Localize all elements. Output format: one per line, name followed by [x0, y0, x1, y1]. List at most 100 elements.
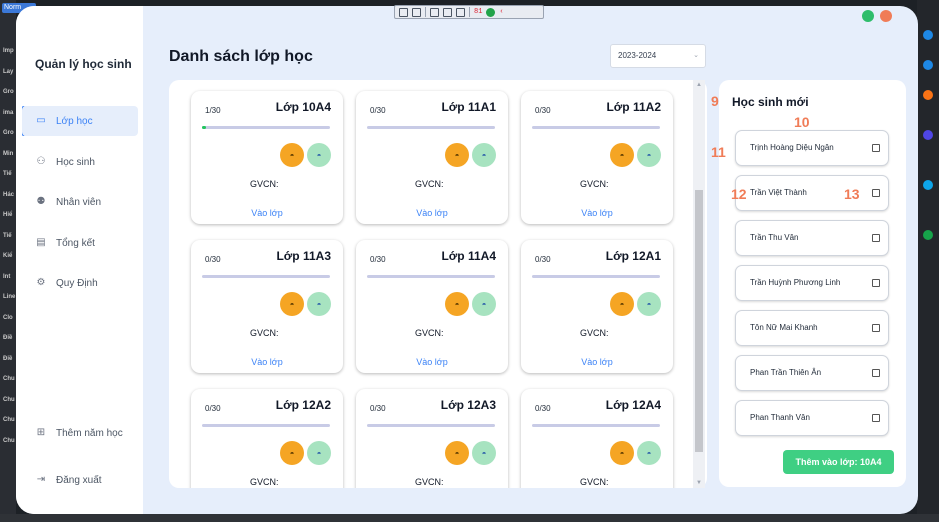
background-label: Clo — [3, 314, 13, 321]
background-label: Gro — [3, 130, 14, 136]
graduate-avatar-icon: ◓ — [472, 292, 496, 316]
class-name: Lớp 11A4 — [441, 249, 496, 263]
background-label: Tiế — [3, 171, 12, 177]
homeroom-teacher-label: GVCN: — [580, 328, 609, 338]
student-item[interactable]: Trần Việt Thành — [735, 175, 889, 211]
nav-item-label: Quy Định — [56, 277, 98, 289]
class-name: Lớp 11A3 — [276, 249, 331, 263]
graduate-avatar-icon: ◓ — [472, 441, 496, 465]
homeroom-teacher-label: GVCN: — [250, 179, 279, 189]
student-name: Trịnh Hoàng Diệu Ngân — [750, 143, 834, 152]
class-name: Lớp 12A3 — [440, 398, 496, 412]
new-students-panel: Học sinh mới Trịnh Hoàng Diệu Ngân Trần V… — [719, 80, 906, 487]
year-select-value: 2023-2024 — [618, 51, 657, 60]
background-label: Hác — [3, 191, 15, 198]
blue-icon — [923, 60, 933, 70]
student-name: Trần Việt Thành — [750, 188, 807, 197]
enter-class-link[interactable]: Vào lớp — [191, 357, 343, 367]
camera-icon[interactable] — [412, 7, 421, 17]
app-title: Quản lý học sinh — [35, 57, 132, 71]
enter-class-link[interactable]: Vào lớp — [521, 357, 673, 367]
class-name: Lớp 12A1 — [605, 249, 661, 263]
progress-fill — [202, 126, 207, 129]
background-label: Gro — [3, 89, 14, 95]
student-checkbox[interactable] — [872, 414, 880, 422]
scrollbar-thumb[interactable] — [695, 190, 703, 452]
homeroom-teacher-label: GVCN: — [580, 477, 609, 487]
chevron-down-icon: ⌄ — [693, 52, 699, 59]
nav-item-5[interactable]: ⚙ Quy Định — [22, 268, 138, 298]
scroll-up-icon[interactable]: ▲ — [693, 82, 705, 88]
chevron-left-icon[interactable]: ‹ — [499, 8, 503, 16]
student-item[interactable]: Trần Huỳnh Phương Linh — [735, 265, 889, 301]
logout-icon: ⇥ — [36, 474, 46, 485]
student-checkbox[interactable] — [872, 324, 880, 332]
marker-10: 10 — [794, 114, 810, 130]
crop-icon[interactable] — [430, 7, 439, 17]
class-card: 0/30Lớp 12A4◓◓GVCN:Vào lớp — [521, 389, 673, 488]
graduate-avatar-icon: ◓ — [637, 292, 661, 316]
nav-item-4[interactable]: ▤ Tổng kết — [22, 228, 138, 258]
window-icon[interactable] — [443, 7, 452, 17]
homeroom-teacher-label: GVCN: — [250, 328, 279, 338]
year-select[interactable]: 2023-2024 ⌄ — [610, 44, 706, 68]
nav-item-3[interactable]: ⚉ Nhân viên — [22, 187, 138, 217]
student-item[interactable]: Tôn Nữ Mai Khanh — [735, 310, 889, 346]
marker-11: 11 — [711, 144, 726, 160]
student-item[interactable]: Trịnh Hoàng Diệu Ngân — [735, 130, 889, 166]
class-card: 0/30Lớp 12A3◓◓GVCN:Vào lớp — [356, 389, 508, 488]
fullscreen-icon[interactable] — [456, 7, 465, 17]
background-label: ima — [3, 109, 14, 116]
graduate-avatar-icon: ◓ — [307, 292, 331, 316]
student-checkbox[interactable] — [872, 144, 880, 152]
page-title: Danh sách lớp học — [169, 48, 313, 65]
add-to-class-button[interactable]: Thêm vào lớp: 10A4 — [783, 450, 894, 474]
graduate-avatar-icon: ◓ — [637, 143, 661, 167]
cyan-icon — [923, 180, 933, 190]
close-button[interactable] — [880, 10, 892, 22]
app-window: Quản lý học sinh ▭ Lớp học ⚇ Học sinh ⚉ Nhân … — [16, 6, 918, 514]
student-checkbox[interactable] — [872, 279, 880, 287]
minimize-button[interactable] — [862, 10, 874, 22]
purple-icon — [923, 130, 933, 140]
check-icon[interactable] — [486, 7, 496, 17]
progress-bar — [367, 126, 495, 129]
class-card: 0/30 Lớp 11A3 ◓ ◓ GVCN: Vào lớp — [191, 240, 343, 373]
nav-item-label: Nhân viên — [56, 196, 102, 208]
scrollbar[interactable]: ▲ ▼ — [693, 80, 705, 488]
nav-item-2[interactable]: ⚇ Học sinh — [22, 147, 138, 177]
teacher-avatar-icon: ◓ — [445, 143, 469, 167]
student-checkbox[interactable] — [872, 189, 880, 197]
graduate-avatar-icon: ◓ — [472, 143, 496, 167]
student-checkbox[interactable] — [872, 234, 880, 242]
background-label: Điề — [3, 355, 13, 362]
progress-bar — [202, 275, 330, 278]
scroll-down-icon[interactable]: ▼ — [693, 480, 705, 486]
enter-class-link[interactable]: Vào lớp — [521, 208, 673, 218]
nav-item-label: Học sinh — [56, 156, 95, 168]
enter-class-link[interactable]: Vào lớp — [356, 208, 508, 218]
student-count: 0/30 — [535, 255, 551, 264]
teacher-avatar-icon: ◓ — [610, 441, 634, 465]
class-name: Lớp 12A4 — [605, 398, 661, 412]
homeroom-teacher-label: GVCN: — [415, 328, 444, 338]
enter-class-link[interactable]: Vào lớp — [191, 208, 343, 218]
background-label: Int — [3, 273, 11, 280]
student-name: Phan Thanh Vân — [750, 413, 810, 422]
student-checkbox[interactable] — [872, 369, 880, 377]
enter-class-link[interactable]: Vào lớp — [356, 357, 508, 367]
class-name: Lớp 12A2 — [275, 398, 331, 412]
student-item[interactable]: Trần Thu Vân — [735, 220, 889, 256]
logout-button[interactable]: ⇥ Đăng xuất — [22, 465, 138, 495]
teacher-avatar-icon: ◓ — [280, 143, 304, 167]
class-card: 0/30 Lớp 11A4 ◓ ◓ GVCN: Vào lớp — [356, 240, 508, 373]
student-item[interactable]: Phan Trần Thiên Ân — [735, 355, 889, 391]
progress-bar — [202, 126, 330, 129]
add-year-button[interactable]: ⊞ Thêm năm học — [22, 418, 138, 448]
select-icon[interactable] — [399, 7, 408, 17]
teacher-avatar-icon: ◓ — [445, 441, 469, 465]
toolbar-divider — [425, 7, 426, 17]
nav-item-1[interactable]: ▭ Lớp học — [22, 106, 138, 136]
student-item[interactable]: Phan Thanh Vân — [735, 400, 889, 436]
student-count: 0/30 — [370, 106, 386, 115]
